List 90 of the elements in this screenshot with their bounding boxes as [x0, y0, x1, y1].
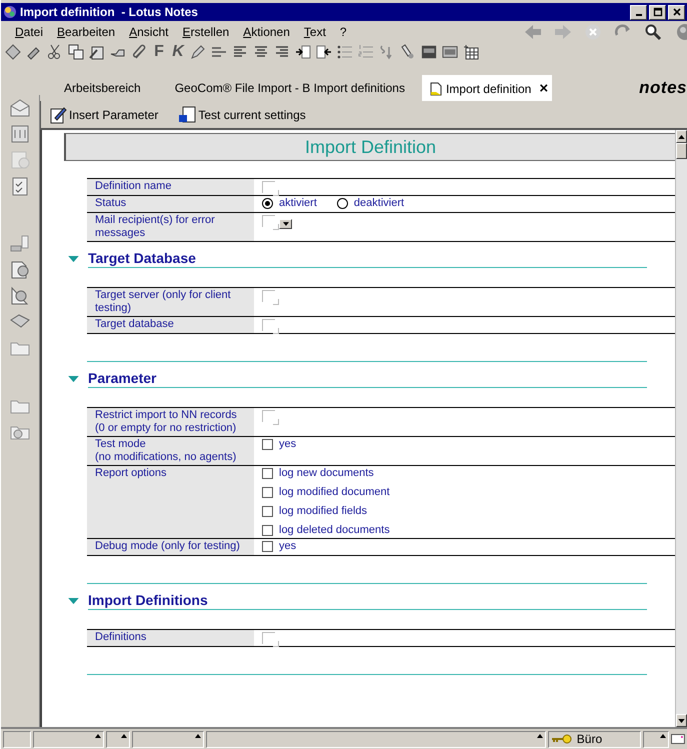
indent-icon[interactable]	[295, 44, 311, 60]
tab[interactable]: Import definition ×	[422, 75, 552, 101]
status-segment[interactable]	[643, 730, 670, 748]
section-heading: Parameter	[88, 370, 647, 388]
align-center-icon[interactable]	[253, 44, 269, 60]
paste-icon[interactable]	[89, 44, 105, 60]
option-label: yes	[279, 540, 296, 553]
menu-item[interactable]: Bearbeiten	[57, 24, 116, 38]
align-left-icon[interactable]	[232, 44, 248, 60]
panel-icon[interactable]	[442, 44, 458, 60]
menu-item[interactable]: Datei	[15, 24, 44, 38]
maximize-icon	[652, 7, 662, 17]
menu-item[interactable]: Erstellen	[182, 24, 230, 38]
radio-button[interactable]	[262, 198, 273, 209]
brand-logo: notes	[639, 78, 687, 98]
envelope-icon[interactable]	[9, 98, 31, 118]
table-icon[interactable]	[463, 44, 479, 60]
scrollbar-thumb[interactable]	[676, 143, 687, 159]
tab-close-button[interactable]: ×	[539, 80, 548, 97]
flashlight-icon[interactable]	[400, 44, 416, 60]
field-label: Target database	[87, 317, 254, 333]
tab[interactable]: Arbeitsbereich	[47, 75, 158, 101]
diamond-icon[interactable]	[5, 44, 21, 60]
app-icon	[3, 5, 17, 19]
italic-button[interactable]: K	[171, 43, 185, 61]
checkbox[interactable]	[262, 541, 273, 552]
field-label: Status	[87, 196, 254, 212]
option-label: yes	[279, 438, 296, 451]
field-label: Mail recipient(s) for error messages	[87, 213, 254, 241]
document-icon	[430, 82, 442, 96]
caret-icon	[282, 222, 288, 226]
maximize-button[interactable]	[649, 4, 666, 20]
paperclip-icon[interactable]	[131, 44, 147, 60]
menu-item[interactable]: Text	[304, 24, 326, 38]
scroll-up-button[interactable]	[676, 130, 687, 143]
option-label: aktiviert	[279, 197, 317, 210]
close-button[interactable]	[668, 4, 685, 20]
calendar-icon[interactable]	[9, 124, 31, 144]
bold-button[interactable]: F	[152, 43, 166, 61]
menu-item[interactable]: Aktionen	[243, 24, 290, 38]
option-label: log modified fields	[279, 505, 368, 518]
checkbox[interactable]	[262, 506, 273, 517]
minimize-button[interactable]	[630, 4, 647, 20]
field-label: Definitions	[87, 630, 254, 646]
scroll-down-button[interactable]	[676, 714, 687, 727]
menu-item[interactable]: Ansicht	[129, 24, 168, 38]
option-label: deaktiviert	[354, 197, 404, 210]
collapse-triangle-icon[interactable]	[68, 598, 79, 604]
mail-icon[interactable]	[671, 734, 686, 744]
section-heading: Import Definitions	[88, 592, 647, 610]
close-icon	[672, 7, 682, 17]
collapse-triangle-icon[interactable]	[68, 256, 79, 262]
form-title: Import Definition	[64, 133, 675, 161]
option-label: log deleted documents	[279, 524, 390, 537]
pencil-document-icon	[49, 106, 67, 124]
field-label: Definition name	[87, 179, 254, 195]
outdent-icon[interactable]	[316, 44, 332, 60]
tab[interactable]: GeoCom® File Import - B Import definitions	[158, 75, 422, 101]
search-icon[interactable]	[643, 22, 663, 40]
field-label: Target server (only for client testing)	[87, 288, 254, 316]
minimize-icon	[636, 14, 642, 16]
menu-item[interactable]: ?	[340, 24, 347, 38]
radio-button[interactable]	[336, 198, 348, 209]
field-label: Test mode (no modifications, no agents)	[87, 437, 254, 465]
option-label: log new documents	[279, 467, 374, 480]
action-button[interactable]: Insert Parameter	[49, 106, 158, 124]
bullet-list-icon[interactable]	[337, 44, 353, 60]
field-label: Report options	[87, 466, 254, 538]
checkbox[interactable]	[262, 468, 273, 479]
status-segment[interactable]	[106, 730, 130, 748]
checkbox[interactable]	[262, 487, 273, 498]
key-icon[interactable]	[550, 734, 573, 744]
down-arrow-icon	[678, 718, 685, 722]
document-icon	[178, 106, 196, 124]
book-icon[interactable]	[421, 44, 437, 60]
action-button[interactable]: Test current settings	[178, 106, 306, 124]
align-right-icon[interactable]	[274, 44, 290, 60]
window-title: Import definition - Lotus Notes	[20, 5, 199, 19]
field-label: Restrict import to NN records (0 or empty for no restriction)	[87, 408, 254, 436]
scissors-icon[interactable]	[47, 44, 63, 60]
checkbox[interactable]	[262, 439, 273, 450]
collapse-triangle-icon[interactable]	[68, 376, 79, 382]
checkbox[interactable]	[262, 525, 273, 536]
section-heading: Target Database	[88, 250, 647, 268]
highlighter-icon[interactable]	[190, 44, 206, 60]
option-label: log modified document	[279, 486, 390, 499]
copy-icon[interactable]	[68, 44, 84, 60]
dropdown-button[interactable]	[279, 219, 292, 229]
up-arrow-icon	[678, 134, 685, 138]
field-label: Debug mode (only for testing)	[87, 539, 254, 555]
